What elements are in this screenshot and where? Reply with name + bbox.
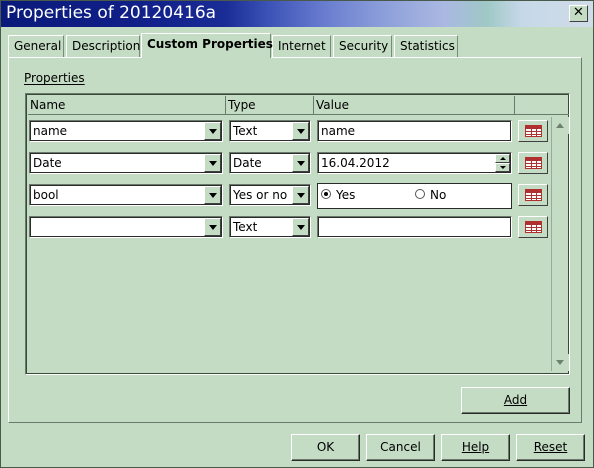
chevron-down-icon[interactable] — [204, 154, 221, 172]
property-row: Date Date 16.04.2012 — [26, 151, 571, 177]
tab-general[interactable]: General — [8, 35, 64, 57]
vertical-scrollbar[interactable] — [551, 117, 569, 371]
chevron-down-icon[interactable] — [204, 186, 221, 204]
properties-dialog: Properties of 20120416a ✕ General Descri… — [0, 0, 594, 468]
name-combo[interactable] — [29, 216, 223, 238]
type-combo[interactable]: Yes or no — [229, 184, 311, 206]
radio-no[interactable]: No — [415, 188, 446, 202]
edit-property-button[interactable] — [518, 120, 548, 142]
tab-internet[interactable]: Internet — [272, 35, 331, 57]
properties-grid: Name Type Value name Text name Date Date… — [25, 93, 570, 375]
tab-description[interactable]: Description — [66, 35, 140, 57]
tab-security[interactable]: Security — [333, 35, 392, 57]
window-title: Properties of 20120416a — [6, 3, 217, 23]
tab-custom-properties[interactable]: Custom Properties — [141, 33, 273, 58]
type-combo[interactable]: Date — [229, 152, 311, 174]
type-value: Text — [233, 220, 258, 234]
type-value: Yes or no — [233, 188, 288, 202]
chevron-down-icon[interactable] — [292, 186, 309, 204]
edit-table-icon — [525, 189, 542, 201]
name-value: name — [33, 124, 68, 138]
type-value: Date — [233, 156, 262, 170]
value-input[interactable] — [317, 216, 512, 238]
column-header-value: Value — [314, 96, 515, 114]
title-bar: Properties of 20120416a ✕ — [1, 1, 593, 27]
reset-button[interactable]: Reset — [516, 434, 585, 461]
chevron-down-icon[interactable] — [292, 122, 309, 140]
radio-yes[interactable]: Yes — [321, 188, 355, 202]
edit-property-button[interactable] — [518, 152, 548, 174]
column-header-name: Name — [28, 96, 226, 114]
spinner-icon[interactable] — [495, 154, 510, 172]
type-value: Text — [233, 124, 258, 138]
cancel-button-label: Cancel — [380, 440, 421, 454]
reset-button-label: Reset — [533, 440, 568, 454]
edit-table-icon — [525, 125, 542, 137]
tab-statistics[interactable]: Statistics — [394, 35, 458, 57]
close-icon: ✕ — [573, 5, 584, 20]
radio-checked-icon — [321, 189, 331, 199]
edit-property-button[interactable] — [518, 216, 548, 238]
cancel-button[interactable]: Cancel — [366, 434, 435, 461]
value-text: name — [321, 124, 356, 138]
add-button[interactable]: Add — [461, 387, 570, 414]
radio-unchecked-icon — [415, 189, 425, 199]
edit-table-icon — [525, 157, 542, 169]
chevron-down-icon[interactable] — [204, 122, 221, 140]
type-combo[interactable]: Text — [229, 120, 311, 142]
name-combo[interactable]: bool — [29, 184, 223, 206]
grid-header: Name Type Value — [28, 96, 569, 115]
yes-no-group: Yes No — [317, 183, 512, 209]
edit-table-icon — [525, 221, 542, 233]
date-input[interactable]: 16.04.2012 — [317, 152, 512, 174]
help-button[interactable]: Help — [441, 434, 510, 461]
edit-property-button[interactable] — [518, 184, 548, 206]
ok-button[interactable]: OK — [291, 434, 360, 461]
help-button-label: Help — [461, 440, 490, 454]
scroll-down-button[interactable] — [552, 354, 569, 371]
property-row: bool Yes or no Yes No — [26, 183, 571, 209]
type-combo[interactable]: Text — [229, 216, 311, 238]
close-button[interactable]: ✕ — [569, 5, 588, 22]
name-combo[interactable]: Date — [29, 152, 223, 174]
ok-button-label: OK — [316, 440, 335, 454]
chevron-down-icon[interactable] — [204, 218, 221, 236]
radio-no-label: No — [430, 188, 447, 202]
name-value: bool — [33, 188, 59, 202]
spin-down-button[interactable] — [495, 163, 510, 172]
column-header-edit — [515, 96, 569, 114]
radio-yes-label: Yes — [336, 188, 356, 202]
properties-section-label: Properties — [24, 71, 85, 85]
chevron-down-icon[interactable] — [292, 154, 309, 172]
date-value: 16.04.2012 — [321, 156, 390, 170]
value-input[interactable]: name — [317, 120, 512, 142]
name-value: Date — [33, 156, 62, 170]
add-button-label: Add — [503, 393, 528, 407]
property-row: Text — [26, 215, 571, 241]
spin-up-button[interactable] — [495, 154, 510, 163]
column-header-type: Type — [226, 96, 314, 114]
chevron-down-icon[interactable] — [292, 218, 309, 236]
property-row: name Text name — [26, 119, 571, 145]
name-combo[interactable]: name — [29, 120, 223, 142]
scroll-up-button[interactable] — [552, 117, 569, 134]
